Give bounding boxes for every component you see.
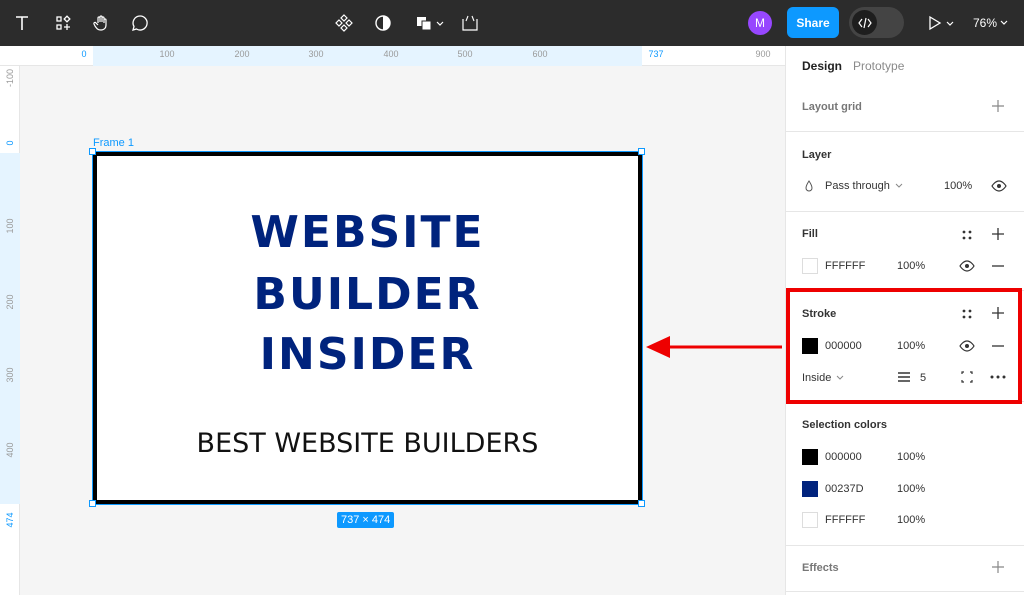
zoom-dropdown[interactable]: 76%	[973, 0, 1011, 46]
selection-color-hex[interactable]: FFFFFF	[825, 514, 865, 526]
resize-handle-top-left[interactable]	[89, 148, 96, 155]
blend-mode-icon	[802, 179, 816, 193]
hand-tool-icon[interactable]	[89, 0, 113, 46]
divider	[786, 211, 1024, 212]
selection-color-hex[interactable]: 00237D	[825, 483, 864, 495]
frame-name-label[interactable]: Frame 1	[93, 137, 134, 149]
fill-opacity[interactable]: 100%	[897, 260, 925, 272]
chevron-down-icon	[895, 183, 903, 188]
blend-mode-dropdown[interactable]: Pass through	[825, 180, 904, 192]
tab-design[interactable]: Design	[802, 59, 842, 73]
dev-mode-toggle[interactable]	[849, 7, 904, 38]
layout-grid-title: Layout grid	[802, 101, 862, 113]
add-effect-icon[interactable]	[990, 559, 1006, 575]
annotation-arrow-icon	[646, 336, 782, 358]
stroke-highlight-annotation	[786, 288, 1022, 404]
zoom-value: 76%	[973, 16, 998, 30]
ruler-mark: 474	[5, 512, 15, 528]
layer-opacity[interactable]: 100%	[944, 180, 972, 192]
ruler-mark: 100	[159, 49, 175, 59]
add-layout-grid-icon[interactable]	[990, 98, 1006, 114]
divider	[786, 591, 1024, 592]
code-icon	[852, 10, 877, 35]
resize-handle-top-right[interactable]	[638, 148, 645, 155]
selected-frame[interactable]: WEBSITE BUILDER INSIDER BEST WEBSITE BUI…	[92, 151, 643, 505]
ruler-mark: 300	[5, 367, 15, 383]
ruler-mark: 200	[234, 49, 250, 59]
ruler-mark: 737	[648, 49, 664, 59]
remove-fill-icon[interactable]	[990, 258, 1006, 274]
text-tool-icon[interactable]	[10, 0, 34, 46]
component-icon[interactable]	[332, 0, 356, 46]
fill-title: Fill	[802, 228, 818, 240]
ruler-mark: 500	[457, 49, 473, 59]
resize-handle-bottom-left[interactable]	[89, 500, 96, 507]
boolean-ops-icon[interactable]	[413, 0, 447, 46]
fill-hex[interactable]: FFFFFF	[825, 260, 865, 272]
chevron-down-icon	[1000, 20, 1008, 25]
blend-mode-value: Pass through	[825, 180, 890, 192]
ruler-mark: 300	[308, 49, 324, 59]
style-grid-icon[interactable]	[959, 227, 975, 243]
ruler-mark: 600	[532, 49, 548, 59]
ruler-mark: 400	[5, 442, 15, 458]
headline-line: INSIDER	[259, 329, 476, 380]
ruler-mark: -100	[5, 68, 15, 88]
ruler-top-selection	[93, 46, 642, 66]
selection-color-opacity[interactable]: 100%	[897, 483, 925, 495]
toolbar: M Share 76%	[0, 0, 1024, 46]
resize-handle-bottom-right[interactable]	[638, 500, 645, 507]
add-fill-icon[interactable]	[990, 226, 1006, 242]
selection-color-swatch[interactable]	[802, 481, 818, 497]
ruler-mark: 0	[5, 140, 15, 146]
crop-icon[interactable]	[458, 0, 482, 46]
comment-tool-icon[interactable]	[128, 0, 152, 46]
subheadline: BEST WEBSITE BUILDERS	[196, 428, 539, 459]
avatar[interactable]: M	[748, 11, 772, 35]
eye-icon[interactable]	[958, 258, 976, 274]
ruler-mark: 900	[755, 49, 771, 59]
ruler-mark: 400	[383, 49, 399, 59]
tab-prototype[interactable]: Prototype	[853, 59, 904, 73]
resources-icon[interactable]	[51, 0, 75, 46]
headline-line: WEBSITE	[250, 207, 485, 258]
eye-icon[interactable]	[990, 178, 1008, 194]
headline-line: BUILDER	[253, 269, 482, 320]
present-button[interactable]	[923, 0, 959, 46]
ruler-top: 0 100 200 300 400 500 600 737 900	[0, 46, 785, 66]
layer-title: Layer	[802, 149, 832, 161]
ruler-left: -100 0 100 200 300 400 474	[0, 66, 20, 595]
mask-icon[interactable]	[371, 0, 395, 46]
divider	[786, 131, 1024, 132]
selection-color-swatch[interactable]	[802, 449, 818, 465]
selection-color-opacity[interactable]: 100%	[897, 451, 925, 463]
selection-color-swatch[interactable]	[802, 512, 818, 528]
selection-colors-title: Selection colors	[802, 419, 887, 431]
size-badge: 737 × 474	[337, 512, 395, 528]
ruler-mark: 0	[81, 49, 87, 59]
selection-color-hex[interactable]: 000000	[825, 451, 862, 463]
divider	[786, 545, 1024, 546]
ruler-mark: 200	[5, 294, 15, 310]
selection-color-opacity[interactable]: 100%	[897, 514, 925, 526]
fill-swatch[interactable]	[802, 258, 818, 274]
share-button[interactable]: Share	[787, 7, 839, 38]
ruler-mark: 100	[5, 218, 15, 234]
effects-title: Effects	[802, 562, 839, 574]
